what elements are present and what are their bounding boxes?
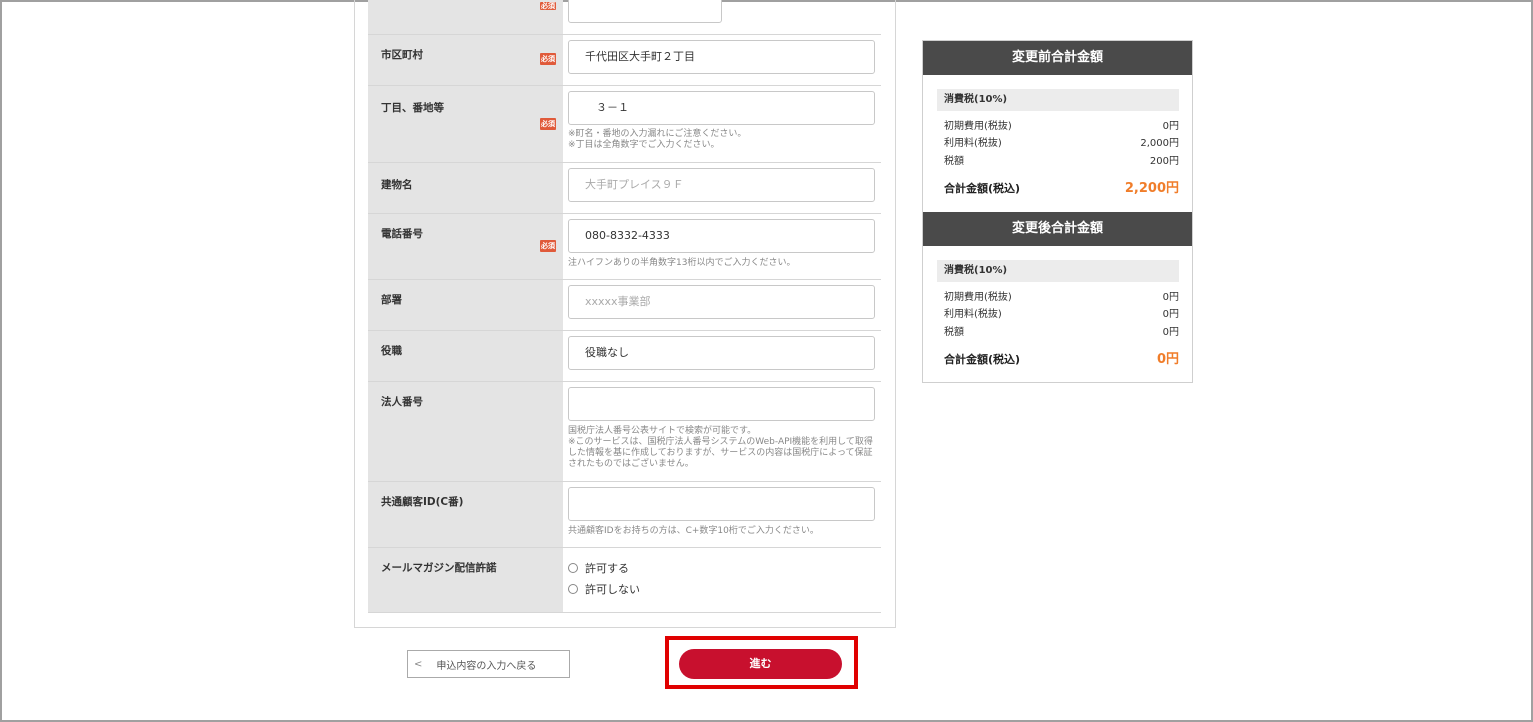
summary-before-line: 利用料(税抜) 2,000円 (944, 134, 1179, 149)
newsletter-allow-label: 許可する (585, 562, 629, 575)
corp-number-input[interactable] (568, 387, 875, 421)
summary-before-total: 合計金額(税込) 2,200円 (944, 177, 1179, 196)
form-row-chome: 丁目、番地等 必須 ３－１ ※町名・番地の入力漏れにご注意ください。 ※丁目は全… (368, 86, 881, 163)
form-row-newsletter: メールマガジン配信許諾 許可する 許可しない (368, 548, 881, 613)
form-row-building: 建物名 大手町プレイス９Ｆ (368, 163, 881, 214)
summary-before-line: 税額 200円 (944, 152, 1179, 167)
newsletter-allow-radio[interactable]: 許可する (568, 560, 629, 576)
corp-number-label: 法人番号 (381, 396, 423, 408)
form-row-position: 役職 役職なし (368, 331, 881, 382)
form-row-prefecture: 必須 (368, 0, 881, 35)
summary-after-title: 変更後合計金額 (923, 212, 1192, 246)
form-row-customer-id: 共通顧客ID(C番) 共通顧客IDをお持ちの方は、C+数字10桁でご入力ください… (368, 482, 881, 548)
total-label: 合計金額(税込) (944, 182, 1021, 195)
newsletter-deny-label: 許可しない (585, 583, 640, 596)
phone-note: 注ハイフンありの半角数字13桁以内でご入力ください。 (568, 258, 796, 268)
chome-label: 丁目、番地等 (381, 102, 444, 114)
summary-before-line: 初期費用(税抜) 0円 (944, 117, 1179, 132)
summary-after-line: 初期費用(税抜) 0円 (944, 288, 1179, 303)
line-label: 利用料(税抜) (944, 309, 1002, 320)
department-input[interactable]: xxxxx事業部 (568, 285, 875, 319)
required-badge: 必須 (540, 240, 556, 252)
summary-before-title: 変更前合計金額 (923, 41, 1192, 75)
form-row-city: 市区町村 必須 千代田区大手町２丁目 (368, 35, 881, 86)
price-summary-panel: 変更前合計金額 消費税(10%) 初期費用(税抜) 0円 利用料(税抜) 2,0… (922, 40, 1193, 383)
radio-circle[interactable] (568, 584, 578, 594)
total-label: 合計金額(税込) (944, 353, 1021, 366)
building-label: 建物名 (381, 179, 413, 191)
phone-input[interactable]: 080-8332-4333 (568, 219, 875, 253)
city-label: 市区町村 (381, 49, 423, 61)
back-button-label: 申込内容の入力へ戻る (436, 660, 537, 672)
total-value: 0円 (1156, 352, 1179, 367)
line-value: 200円 (1149, 156, 1179, 167)
city-input[interactable]: 千代田区大手町２丁目 (568, 40, 875, 74)
next-button[interactable]: 進む (679, 649, 842, 679)
required-badge: 必須 (540, 2, 556, 10)
prefecture-field[interactable] (568, 0, 722, 23)
line-value: 0円 (1162, 327, 1179, 338)
newsletter-label: メールマガジン配信許諾 (381, 562, 497, 574)
line-value: 0円 (1162, 121, 1179, 132)
line-value: 0円 (1162, 309, 1179, 320)
position-label: 役職 (381, 345, 402, 357)
form-row-corp-number: 法人番号 国税庁法人番号公表サイトで検索が可能です。 ※このサービスは、国税庁法… (368, 382, 881, 482)
corp-number-note: 国税庁法人番号公表サイトで検索が可能です。 ※このサービスは、国税庁法人番号シス… (568, 426, 873, 469)
department-label: 部署 (381, 294, 402, 306)
chome-note: ※町名・番地の入力漏れにご注意ください。 ※丁目は全角数字でご入力ください。 (568, 129, 747, 150)
line-label: 初期費用(税抜) (944, 292, 1012, 303)
form-row-phone: 電話番号 必須 080-8332-4333 注ハイフンありの半角数字13桁以内で… (368, 214, 881, 280)
line-label: 利用料(税抜) (944, 138, 1002, 149)
line-label: 税額 (944, 327, 964, 338)
line-label: 税額 (944, 156, 964, 167)
summary-after-tax-label: 消費税(10%) (937, 260, 1179, 282)
phone-label: 電話番号 (381, 228, 423, 240)
summary-before-tax-label: 消費税(10%) (937, 89, 1179, 111)
newsletter-deny-radio[interactable]: 許可しない (568, 581, 640, 597)
building-input[interactable]: 大手町プレイス９Ｆ (568, 168, 875, 202)
summary-after-line: 利用料(税抜) 0円 (944, 305, 1179, 320)
chevron-left-icon: < (414, 658, 423, 670)
line-label: 初期費用(税抜) (944, 121, 1012, 132)
radio-circle[interactable] (568, 563, 578, 573)
chome-input[interactable]: ３－１ (568, 91, 875, 125)
line-value: 2,000円 (1140, 138, 1179, 149)
back-button[interactable]: < 申込内容の入力へ戻る (407, 650, 570, 678)
customer-id-input[interactable] (568, 487, 875, 521)
customer-id-label: 共通顧客ID(C番) (381, 496, 464, 508)
form-row-department: 部署 xxxxx事業部 (368, 280, 881, 331)
summary-after-line: 税額 0円 (944, 323, 1179, 338)
required-badge: 必須 (540, 53, 556, 65)
line-value: 0円 (1162, 292, 1179, 303)
customer-id-note: 共通顧客IDをお持ちの方は、C+数字10桁でご入力ください。 (568, 526, 819, 536)
summary-after-total: 合計金額(税込) 0円 (944, 348, 1179, 367)
total-value: 2,200円 (1124, 181, 1179, 196)
position-input[interactable]: 役職なし (568, 336, 875, 370)
required-badge: 必須 (540, 118, 556, 130)
